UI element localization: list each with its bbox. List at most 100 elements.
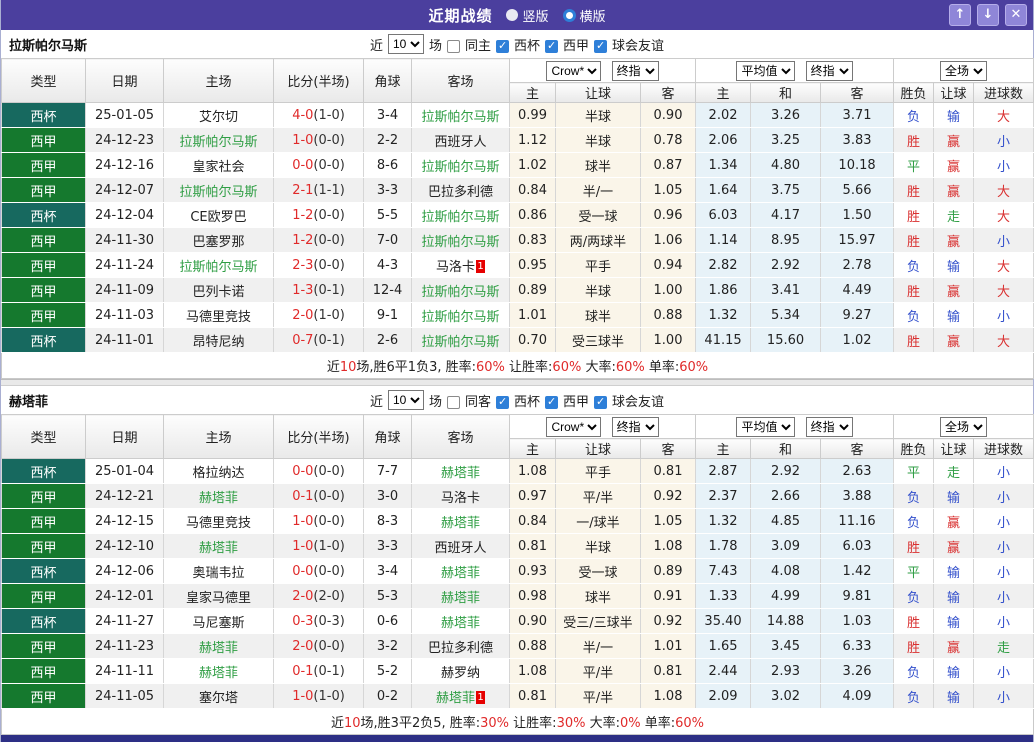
home-team[interactable]: 拉斯帕尔马斯 [163,252,274,278]
match-score: 1-0(1-0) [273,683,364,709]
radio-horizontal-layout[interactable]: 横版 [562,6,606,25]
away-team[interactable]: 巴拉多利德 [411,177,510,203]
match-row: 西甲 24-12-10 赫塔菲 1-0(1-0) 3-3 西班牙人 0.81 半球 1.08 1.… [1,533,1034,559]
result-goals: 小 [973,533,1034,559]
home-team[interactable]: 拉斯帕尔马斯 [163,127,274,153]
handicap-away-odds: 1.01 [639,633,697,659]
home-team[interactable]: 赫塔菲 [163,483,274,509]
away-team[interactable]: 拉斯帕尔马斯 [411,327,510,353]
away-team[interactable]: 马洛卡 1 [411,252,510,278]
handicap-away-odds: 1.05 [639,177,697,203]
home-team[interactable]: 巴列卡诺 [163,277,274,303]
average-select[interactable]: 平均值 [736,416,796,437]
home-team[interactable]: 马德里竞技 [163,302,274,328]
home-team-label: 皇家社会 [192,159,245,175]
home-team[interactable]: 皇家社会 [163,152,274,178]
home-team[interactable]: 皇家马德里 [163,583,274,609]
corner-score: 3-4 [363,558,412,584]
away-team[interactable]: 西班牙人 [411,127,510,153]
league-checkbox[interactable] [545,39,559,53]
result-goals: 小 [973,127,1034,153]
average-select[interactable]: 平均值 [736,60,796,81]
same-venue-label: 同主 [464,38,491,54]
match-count-select[interactable]: 10 [387,34,424,54]
away-team[interactable]: 赫罗纳 [411,658,510,684]
home-team[interactable]: 马德里竞技 [163,508,274,534]
cup-checkbox[interactable] [496,39,509,53]
away-team[interactable]: 赫塔菲 [411,583,510,609]
away-team[interactable]: 西班牙人 [411,533,510,559]
same-venue-checkbox[interactable] [446,39,460,53]
radio-vertical-layout[interactable]: 竖版 [506,6,549,25]
away-team[interactable]: 拉斯帕尔马斯 [411,202,510,228]
friendly-checkbox[interactable] [594,39,608,53]
home-team[interactable]: CE欧罗巴 [163,202,274,228]
away-team[interactable]: 拉斯帕尔马斯 [411,102,510,128]
bookmaker-select[interactable]: Crow* [546,60,602,81]
result-wdl: 胜 [893,633,935,659]
home-team[interactable]: 赫塔菲 [163,658,274,684]
home-team-label: 赫塔菲 [198,490,238,506]
away-team[interactable]: 拉斯帕尔马斯 [411,277,510,303]
handicap-stage-select[interactable]: 终指 [611,60,659,81]
away-team[interactable]: 马洛卡 [411,483,510,509]
scope-select[interactable]: 全场 [940,60,988,81]
handicap-line: 半/一 [555,633,641,659]
result-wdl: 胜 [893,608,935,634]
home-team[interactable]: 格拉纳达 [163,458,274,484]
away-team[interactable]: 赫塔菲 [411,558,510,584]
home-team[interactable]: 奥瑞韦拉 [163,558,274,584]
radio-horizontal-icon[interactable] [562,8,576,22]
result-wdl: 负 [893,252,935,278]
move-down-button[interactable]: ↓ [977,4,999,26]
friendly-checkbox[interactable] [594,395,608,409]
near-label: 近 [369,38,383,54]
home-team[interactable]: 马尼塞斯 [163,608,274,634]
home-team[interactable]: 昂特尼纳 [163,327,274,353]
result-handicap: 输 [933,302,975,328]
result-handicap: 输 [933,583,975,609]
match-score: 0-0(0-0) [273,152,364,178]
handicap-line: 球半 [555,152,641,178]
handicap-line: 平手 [555,458,641,484]
titlebar: 近期战绩 竖版 横版 ↑ ↓ ✕ [1,0,1033,30]
match-date: 25-01-05 [85,102,164,128]
away-team[interactable]: 赫塔菲 [411,508,510,534]
scope-select[interactable]: 全场 [940,416,988,437]
away-team[interactable]: 拉斯帕尔马斯 [411,152,510,178]
away-team[interactable]: 赫塔菲 1 [411,683,510,709]
home-team[interactable]: 拉斯帕尔马斯 [163,177,274,203]
corner-score: 5-5 [363,202,412,228]
home-team[interactable]: 艾尔切 [163,102,274,128]
close-button[interactable]: ✕ [1005,4,1027,26]
away-team[interactable]: 巴拉多利德 [411,633,510,659]
match-row: 西甲 24-12-16 皇家社会 0-0(0-0) 8-6 拉斯帕尔马斯 1.02 球半 0.8… [1,152,1034,178]
home-team[interactable]: 巴塞罗那 [163,227,274,253]
away-team[interactable]: 赫塔菲 [411,608,510,634]
average-stage-select[interactable]: 终指 [805,60,853,81]
col-avg-home: 主 [695,82,752,103]
halftime-score: (0-0) [313,488,345,504]
scope-select-cell: 全场 [893,58,1034,83]
away-team[interactable]: 拉斯帕尔马斯 [411,227,510,253]
avg-home-odds: 1.32 [695,508,752,534]
home-team[interactable]: 赫塔菲 [163,633,274,659]
handicap-away-odds: 0.81 [639,658,697,684]
average-stage-select[interactable]: 终指 [805,416,853,437]
col-result-goals: 进球数 [973,438,1034,459]
move-up-button[interactable]: ↑ [949,4,971,26]
home-team[interactable]: 塞尔塔 [163,683,274,709]
match-count-select[interactable]: 10 [387,390,424,410]
away-team[interactable]: 拉斯帕尔马斯 [411,302,510,328]
home-team[interactable]: 赫塔菲 [163,533,274,559]
handicap-line: 半球 [555,127,641,153]
handicap-home-odds: 1.01 [509,302,556,328]
cup-checkbox[interactable] [496,395,509,409]
league-checkbox[interactable] [545,395,559,409]
radio-vertical-icon[interactable] [506,9,519,21]
halftime-score: (0-0) [313,513,345,529]
away-team[interactable]: 赫塔菲 [411,458,510,484]
same-venue-checkbox[interactable] [446,395,460,409]
bookmaker-select[interactable]: Crow* [546,416,602,437]
handicap-stage-select[interactable]: 终指 [611,416,659,437]
